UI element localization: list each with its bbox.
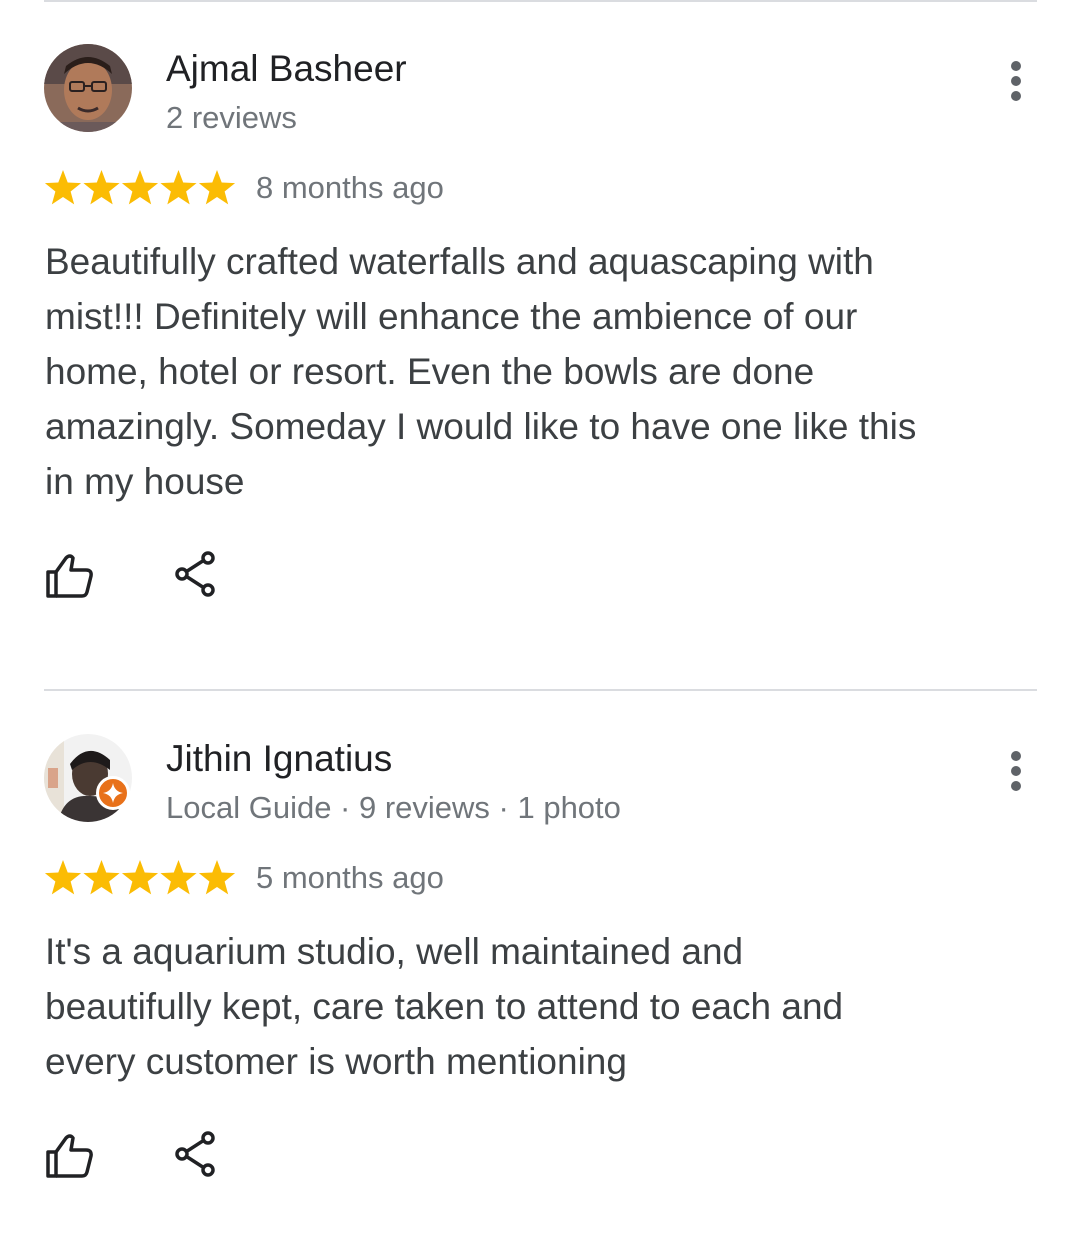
more-options-button[interactable] bbox=[994, 54, 1038, 108]
reviewer-name[interactable]: Ajmal Basheer bbox=[166, 48, 407, 90]
star-icon bbox=[121, 170, 159, 205]
badge-star-icon bbox=[103, 783, 123, 803]
review-card: Jithin Ignatius Local Guide · 9 reviews … bbox=[0, 690, 1080, 1250]
share-button[interactable] bbox=[168, 1126, 224, 1182]
share-icon bbox=[175, 551, 215, 597]
share-icon bbox=[175, 1131, 215, 1177]
star-icon bbox=[198, 170, 236, 205]
avatar-photo bbox=[44, 44, 132, 132]
star-icon bbox=[44, 170, 82, 205]
more-options-button[interactable] bbox=[994, 744, 1038, 798]
more-vert-icon bbox=[1011, 751, 1021, 791]
star-icon bbox=[44, 860, 82, 895]
review-text: Beautifully crafted waterfalls and aquas… bbox=[45, 241, 917, 502]
share-button[interactable] bbox=[168, 546, 224, 602]
like-button[interactable] bbox=[42, 1128, 98, 1184]
review-card: Ajmal Basheer 2 reviews 8 months ago Bea… bbox=[0, 0, 1080, 598]
avatar[interactable] bbox=[44, 44, 132, 132]
reviewer-meta[interactable]: Local Guide · 9 reviews · 1 photo bbox=[166, 790, 621, 826]
star-icon bbox=[83, 860, 120, 895]
star-icon bbox=[198, 860, 236, 895]
more-vert-icon bbox=[1011, 61, 1021, 101]
reviewer-meta[interactable]: 2 reviews bbox=[166, 100, 297, 136]
star-rating bbox=[44, 858, 236, 898]
thumb-up-icon bbox=[46, 1134, 93, 1178]
star-icon bbox=[160, 170, 197, 205]
thumb-up-icon bbox=[46, 554, 93, 598]
avatar[interactable] bbox=[44, 734, 132, 822]
star-rating bbox=[44, 168, 236, 208]
review-text: It's a aquarium studio, well maintained … bbox=[45, 931, 844, 1082]
like-button[interactable] bbox=[42, 548, 98, 604]
reviewer-name[interactable]: Jithin Ignatius bbox=[166, 738, 392, 780]
star-rating-stars bbox=[44, 170, 236, 205]
star-icon bbox=[83, 170, 120, 205]
review-time: 8 months ago bbox=[256, 170, 444, 205]
local-guide-badge-icon bbox=[96, 776, 130, 810]
star-icon bbox=[160, 860, 197, 895]
star-icon bbox=[121, 860, 159, 895]
review-time: 5 months ago bbox=[256, 860, 444, 895]
star-rating-stars bbox=[44, 860, 236, 895]
